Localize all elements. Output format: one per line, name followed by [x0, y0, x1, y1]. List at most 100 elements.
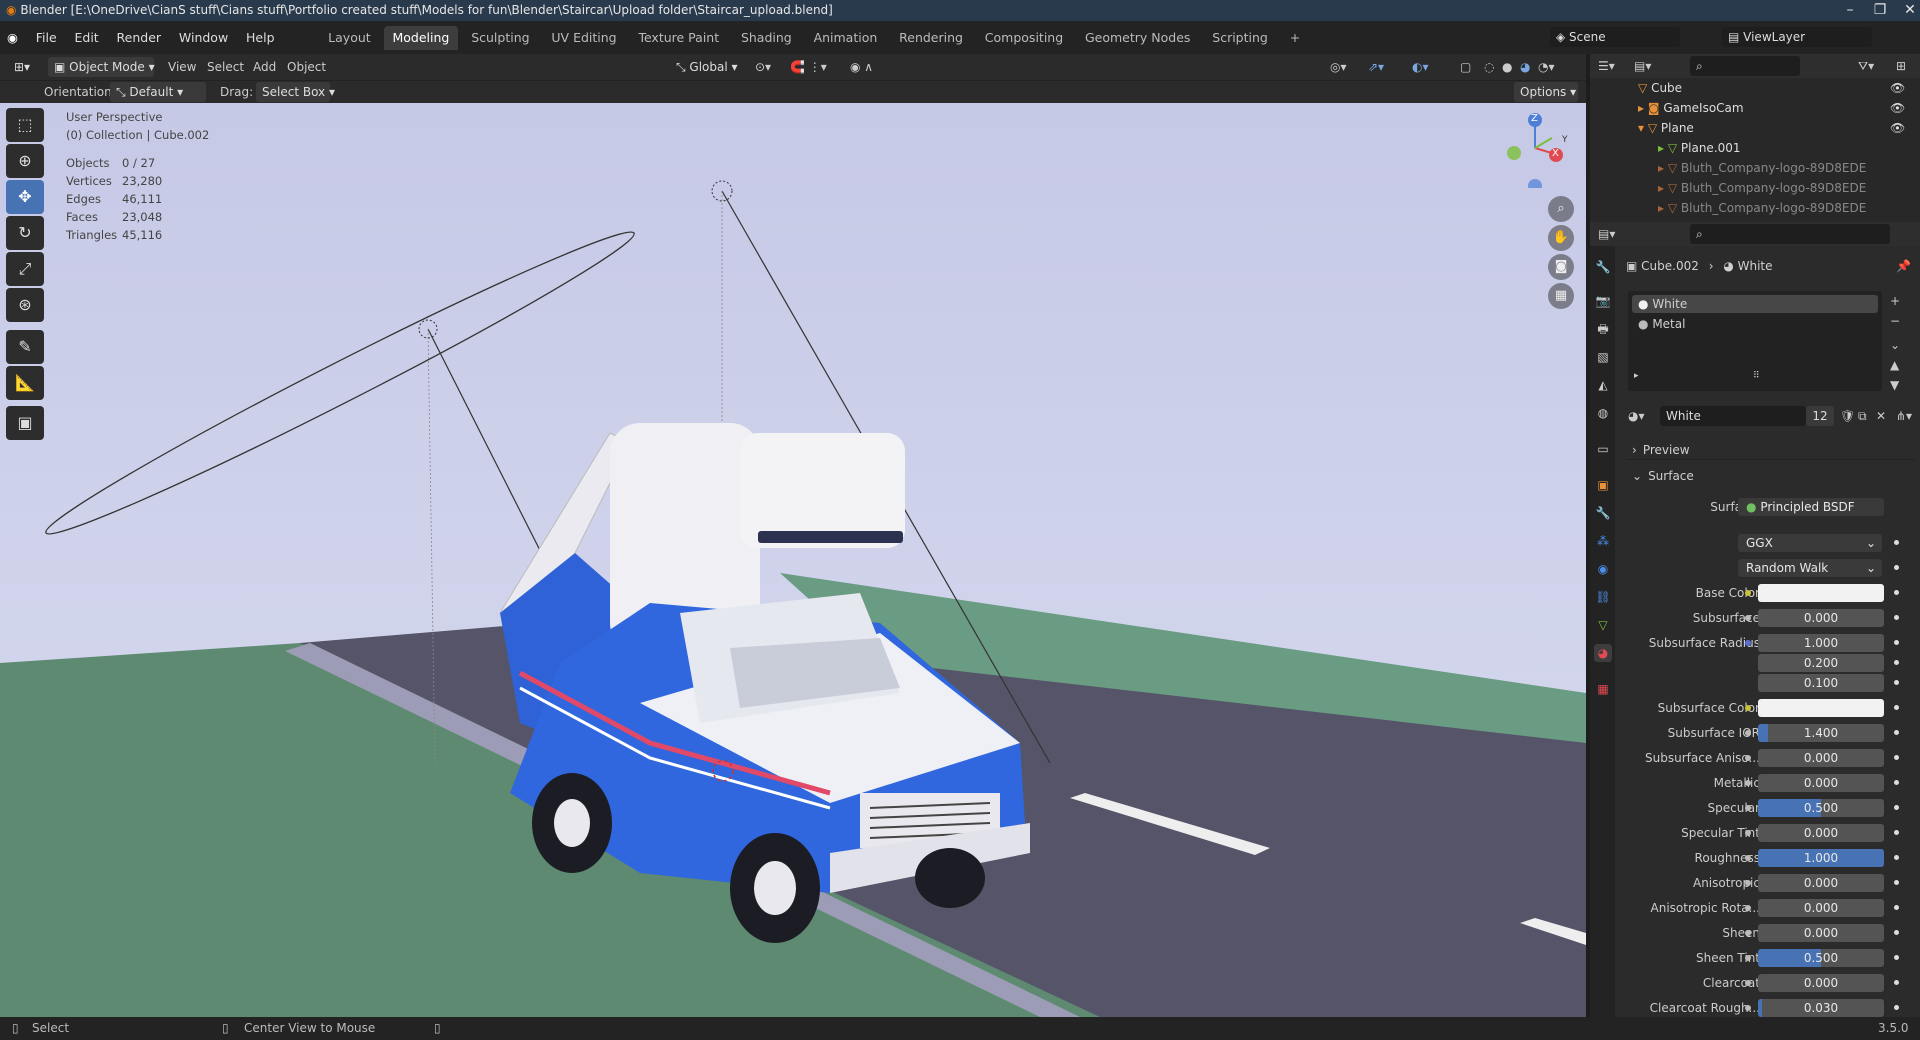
value-slider[interactable]: 0.000	[1758, 824, 1884, 842]
filter-icon[interactable]: ⛛▾	[1858, 56, 1874, 76]
scene-tab-icon[interactable]: ◭	[1594, 376, 1612, 394]
orientation-dropdown[interactable]: ⤡ Default ▾	[110, 82, 206, 102]
select-box-tool-icon[interactable]: ⬚	[6, 108, 44, 142]
cursor-tool-icon[interactable]: ⊕	[6, 144, 44, 178]
keyframe-dot-icon[interactable]	[1894, 805, 1899, 810]
keyframe-dot-icon[interactable]	[1894, 755, 1899, 760]
outliner-editor-icon[interactable]: ☰▾	[1598, 56, 1615, 76]
view-layer-tab-icon[interactable]: ▧	[1594, 348, 1612, 366]
display-mode-icon[interactable]: ▤▾	[1634, 56, 1651, 76]
material-browse-icon[interactable]: ◕▾	[1628, 406, 1645, 426]
value-slider[interactable]: 0.000	[1758, 609, 1884, 627]
tool-tab-icon[interactable]: 🔧	[1594, 258, 1612, 276]
material-tab-icon[interactable]: ◕	[1594, 644, 1612, 662]
texture-tab-icon[interactable]: ▦	[1594, 680, 1612, 698]
socket-dot-icon[interactable]	[1745, 980, 1751, 986]
outliner-item-gameisocam[interactable]: ▸ ◙ GameIsoCam 👁	[1590, 98, 1920, 118]
value-slider[interactable]: 0.000	[1758, 974, 1884, 992]
tab-geometry-nodes[interactable]: Geometry Nodes	[1076, 26, 1199, 50]
keyframe-dot-icon[interactable]	[1894, 680, 1899, 685]
outliner-item-cube[interactable]: ▽ Cube 👁	[1590, 78, 1920, 98]
pan-hand-icon[interactable]: ✋	[1548, 225, 1574, 251]
menu-select[interactable]: Select	[207, 57, 244, 77]
socket-dot-icon[interactable]	[1745, 955, 1751, 961]
options-dropdown[interactable]: Options ▾	[1514, 82, 1578, 102]
keyframe-dot-icon[interactable]	[1894, 565, 1899, 570]
keyframe-dot-icon[interactable]	[1894, 730, 1899, 735]
pin-icon[interactable]: 📌	[1896, 256, 1911, 276]
outliner-item-logo[interactable]: ▸ ▽ Bluth_Company-logo-89D8EDE	[1590, 158, 1920, 178]
value-slider[interactable]: 0.500	[1758, 949, 1884, 967]
material-users-count[interactable]: 12	[1806, 406, 1834, 426]
outliner-search-input[interactable]: ⌕	[1690, 56, 1800, 76]
keyframe-dot-icon[interactable]	[1894, 780, 1899, 785]
unlink-icon[interactable]: ✕	[1876, 406, 1886, 426]
navigation-gizmo[interactable]: Z X Y	[1490, 108, 1570, 193]
constraints-tab-icon[interactable]: ⛓	[1594, 588, 1612, 606]
socket-dot-icon[interactable]	[1745, 730, 1751, 736]
socket-dot-icon[interactable]	[1745, 930, 1751, 936]
socket-dot-icon[interactable]	[1745, 805, 1751, 811]
output-tab-icon[interactable]: 🖶	[1594, 320, 1612, 338]
mode-dropdown[interactable]: ▣ Object Mode ▾	[48, 57, 155, 77]
tab-shading[interactable]: Shading	[732, 26, 801, 50]
gizmo-toggle-icon[interactable]: ⇗▾	[1368, 57, 1384, 77]
keyframe-dot-icon[interactable]	[1894, 955, 1899, 960]
view-layer-selector[interactable]: ▤ ViewLayer	[1722, 27, 1872, 47]
visibility-eye-icon[interactable]: 👁	[1890, 98, 1905, 118]
expand-icon[interactable]: ▸	[1634, 371, 1639, 381]
visibility-eye-icon[interactable]: 👁	[1890, 118, 1905, 138]
render-tab-icon[interactable]: 📷	[1594, 292, 1612, 310]
keyframe-dot-icon[interactable]	[1894, 855, 1899, 860]
outliner-item-plane-001[interactable]: ▸ ▽ Plane.001	[1590, 138, 1920, 158]
scale-tool-icon[interactable]: ⤢	[6, 252, 44, 286]
physics-tab-icon[interactable]: ◉	[1594, 560, 1612, 578]
tab-layout[interactable]: Layout	[319, 26, 380, 50]
measure-tool-icon[interactable]: 📐	[6, 366, 44, 400]
tab-sculpting[interactable]: Sculpting	[462, 26, 538, 50]
blender-menu-icon[interactable]: ◉	[0, 21, 25, 54]
scene-selector[interactable]: ◈ Scene	[1550, 27, 1680, 47]
tab-compositing[interactable]: Compositing	[976, 26, 1072, 50]
menu-help[interactable]: Help	[239, 21, 282, 54]
collection-tab-icon[interactable]: ▭	[1594, 440, 1612, 458]
value-slider[interactable]: 0.000	[1758, 899, 1884, 917]
proportional-edit-icon[interactable]: ◉ ∧	[850, 57, 873, 77]
slot-menu-icon[interactable]: ⌄	[1890, 335, 1912, 355]
keyframe-dot-icon[interactable]	[1894, 830, 1899, 835]
editor-type-icon[interactable]: ⊞▾	[8, 57, 42, 77]
move-tool-icon[interactable]: ✥	[6, 180, 44, 214]
subsurface-method-dropdown[interactable]: Random Walk ⌄	[1738, 559, 1882, 577]
keyframe-dot-icon[interactable]	[1894, 905, 1899, 910]
outliner-item-logo[interactable]: ▸ ▽ Bluth_Company-logo-89D8EDE	[1590, 198, 1920, 218]
new-collection-icon[interactable]: ⊞	[1896, 56, 1906, 76]
socket-dot-icon[interactable]	[1745, 830, 1751, 836]
menu-edit[interactable]: Edit	[68, 21, 106, 54]
add-workspace-button[interactable]: +	[1281, 26, 1309, 50]
wireframe-shading-icon[interactable]: ◌	[1484, 57, 1494, 77]
duplicate-icon[interactable]: ⧉	[1858, 406, 1867, 426]
value-slider[interactable]: 0.000	[1758, 749, 1884, 767]
data-tab-icon[interactable]: ▽	[1594, 616, 1612, 634]
3d-viewport[interactable]: User Perspective (0) Collection | Cube.0…	[0, 103, 1586, 1017]
material-shading-icon[interactable]: ◕	[1520, 57, 1530, 77]
keyframe-dot-icon[interactable]	[1894, 930, 1899, 935]
outliner-item-logo[interactable]: ▸ ▽ Bluth_Company-logo-89D8EDE	[1590, 178, 1920, 198]
transform-orientation-dropdown[interactable]: ⤡ Global ▾	[670, 57, 746, 77]
move-down-icon[interactable]: ▼	[1890, 375, 1912, 395]
outliner-item-plane[interactable]: ▾ ▽ Plane 👁	[1590, 118, 1920, 138]
properties-search-input[interactable]: ⌕	[1690, 224, 1890, 244]
keyframe-dot-icon[interactable]	[1894, 980, 1899, 985]
modifier-tab-icon[interactable]: 🔧	[1594, 504, 1612, 522]
socket-dot-icon[interactable]	[1745, 880, 1751, 886]
menu-window[interactable]: Window	[172, 21, 235, 54]
socket-dot-icon[interactable]	[1745, 780, 1751, 786]
object-tab-icon[interactable]: ▣	[1594, 476, 1612, 494]
preview-panel-header[interactable]: › Preview	[1626, 440, 1916, 460]
tab-rendering[interactable]: Rendering	[890, 26, 972, 50]
visibility-icon[interactable]: ◎▾	[1330, 57, 1347, 77]
annotate-tool-icon[interactable]: ✎	[6, 330, 44, 364]
keyframe-dot-icon[interactable]	[1894, 590, 1899, 595]
add-cube-tool-icon[interactable]: ▣	[6, 406, 44, 440]
properties-editor-icon[interactable]: ▤▾	[1598, 224, 1615, 244]
